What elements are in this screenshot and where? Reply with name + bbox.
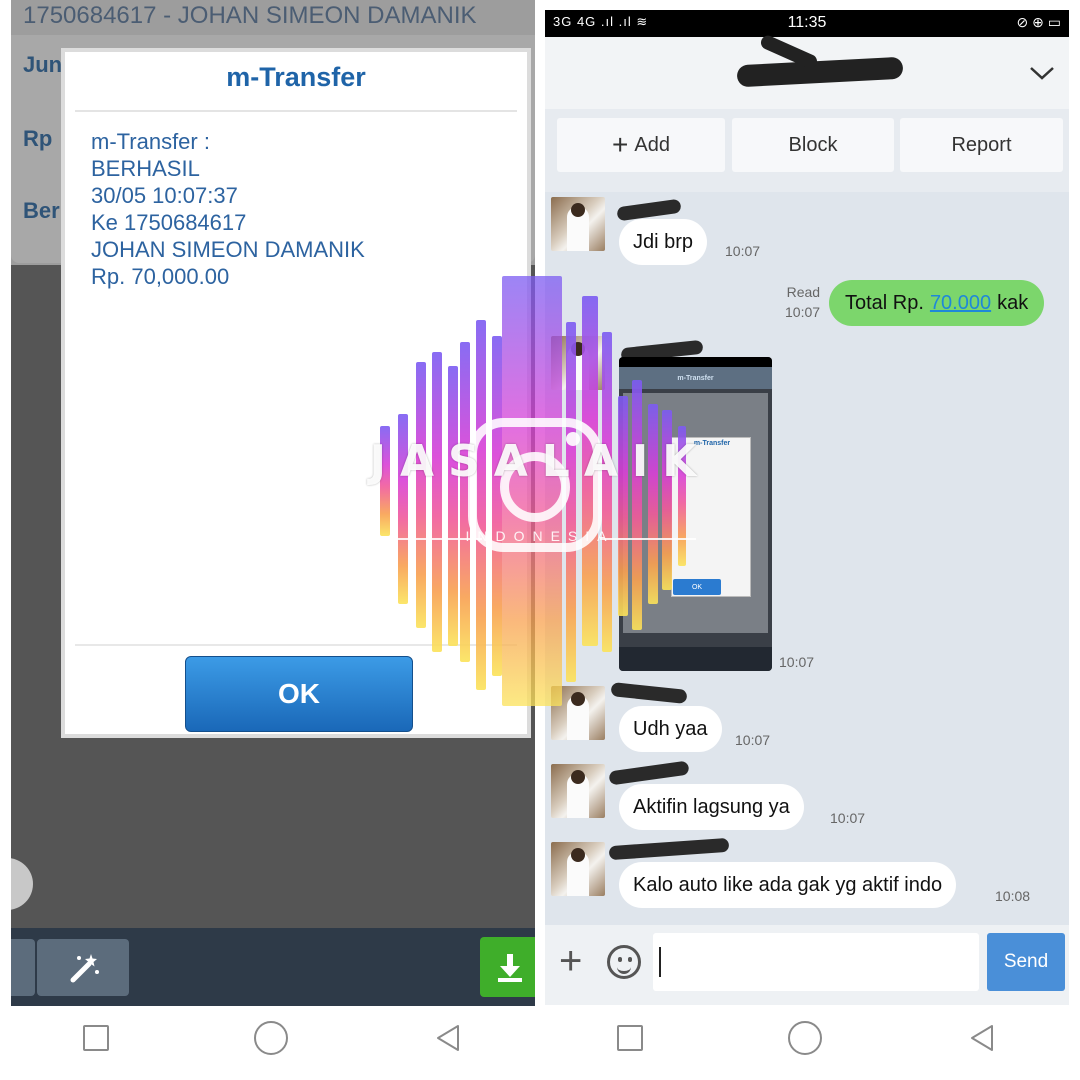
avatar[interactable] bbox=[551, 336, 605, 390]
transfer-result-dialog: m-Transfer m-Transfer : BERHASIL 30/05 1… bbox=[61, 48, 531, 738]
avatar[interactable] bbox=[551, 686, 605, 740]
message-row: Jdi brp 10:07 bbox=[545, 195, 1069, 275]
message-time: 10:07 bbox=[735, 732, 771, 748]
add-button[interactable]: + Add bbox=[557, 118, 725, 172]
message-prefix: Total Rp. bbox=[845, 291, 924, 314]
redacted-sender-name bbox=[610, 682, 688, 704]
image-dialog-title: m-Transfer bbox=[693, 440, 731, 447]
block-button[interactable]: Block bbox=[732, 118, 894, 172]
status-time: 11:35 bbox=[787, 14, 827, 31]
redacted-sender-name bbox=[608, 760, 690, 786]
avatar[interactable] bbox=[551, 197, 605, 251]
back-icon[interactable] bbox=[967, 1023, 997, 1053]
avatar[interactable] bbox=[551, 842, 605, 896]
message-time: 10:07 bbox=[725, 243, 761, 259]
chat-screen: 3G 4G .ıl .ıl ≋ 11:35 ⊘ ⊕ ▭ + Add Block … bbox=[545, 10, 1069, 1070]
contact-action-row: + Add Block Report bbox=[545, 109, 1069, 192]
dialog-line: JOHAN SIMEON DAMANIK bbox=[91, 237, 365, 262]
chevron-down-icon[interactable] bbox=[1029, 63, 1055, 83]
message-time: 10:07 bbox=[830, 810, 866, 826]
dialog-message: m-Transfer : BERHASIL 30/05 10:07:37 Ke … bbox=[91, 128, 365, 290]
redacted-contact-name bbox=[736, 56, 904, 88]
avatar[interactable] bbox=[551, 764, 605, 818]
background-label-news: Ber bbox=[23, 198, 60, 223]
dialog-line: m-Transfer : bbox=[91, 129, 210, 154]
magic-wand-icon bbox=[70, 953, 99, 982]
redacted-sender-name bbox=[608, 837, 730, 861]
plus-icon: + bbox=[612, 129, 629, 160]
dialog-line: Rp. 70,000.00 bbox=[91, 264, 230, 289]
read-status: Read bbox=[786, 284, 821, 300]
dialog-line: 30/05 10:07:37 bbox=[91, 183, 238, 208]
image-status-strip bbox=[619, 357, 772, 367]
emoji-icon[interactable] bbox=[607, 945, 641, 979]
image-dialog: m-Transfer bbox=[671, 437, 751, 597]
image-bottom-nav bbox=[619, 647, 772, 671]
report-button[interactable]: Report bbox=[900, 118, 1063, 172]
message-time: 10:07 bbox=[785, 304, 821, 320]
send-button[interactable]: Send bbox=[987, 933, 1065, 991]
image-message[interactable]: m-Transfer m-Transfer OK bbox=[619, 357, 772, 671]
battery-icon: ⊘ ⊕ ▭ bbox=[1016, 14, 1061, 30]
dialog-divider bbox=[75, 110, 517, 112]
image-header: m-Transfer bbox=[619, 367, 772, 389]
home-icon[interactable] bbox=[787, 1020, 822, 1055]
mobile-banking-screen: 1750684617 - JOHAN SIMEON DAMANIK Jun Rp… bbox=[11, 0, 535, 1070]
home-icon[interactable] bbox=[253, 1021, 288, 1055]
dialog-line: BERHASIL bbox=[91, 156, 200, 181]
download-button[interactable] bbox=[480, 937, 535, 997]
dialog-footer-divider bbox=[75, 644, 517, 646]
message-row: Kalo auto like ada gak yg aktif indo 10:… bbox=[545, 837, 1069, 920]
message-row: Aktifin lagsung ya 10:07 bbox=[545, 760, 1069, 842]
redacted-sender-name bbox=[616, 198, 682, 222]
dialog-title: m-Transfer bbox=[226, 62, 366, 92]
message-time: 10:07 bbox=[779, 654, 815, 670]
toolbar-button-left[interactable] bbox=[11, 939, 35, 996]
download-icon bbox=[498, 954, 522, 982]
screenshot-collage: 1750684617 - JOHAN SIMEON DAMANIK Jun Rp… bbox=[0, 0, 1080, 1080]
android-nav-bar-left bbox=[11, 1006, 535, 1070]
message-time: 10:08 bbox=[995, 888, 1031, 904]
recent-apps-icon[interactable] bbox=[617, 1024, 644, 1051]
image-ok-button: OK bbox=[673, 579, 721, 595]
back-icon[interactable] bbox=[433, 1023, 463, 1053]
background-label-rp: Rp bbox=[23, 126, 53, 151]
incoming-message[interactable]: Kalo auto like ada gak yg aktif indo bbox=[619, 862, 957, 908]
add-button-label: Add bbox=[634, 133, 670, 156]
amount-link[interactable]: 70.000 bbox=[930, 292, 991, 315]
message-row: Read 10:07 Total Rp. 70.000 kak bbox=[545, 278, 1069, 338]
outgoing-message[interactable]: Total Rp. 70.000 kak bbox=[829, 280, 1045, 326]
status-bar: 3G 4G .ıl .ıl ≋ 11:35 ⊘ ⊕ ▭ bbox=[545, 10, 1069, 37]
message-row: Udh yaa 10:07 bbox=[545, 682, 1069, 764]
android-nav-bar-right bbox=[545, 1005, 1069, 1070]
ok-button[interactable]: OK bbox=[185, 656, 413, 732]
plus-icon[interactable]: + bbox=[559, 941, 582, 981]
chat-header bbox=[545, 33, 1069, 109]
background-label-amount: Jun bbox=[23, 52, 63, 77]
incoming-message[interactable]: Jdi brp bbox=[619, 219, 708, 265]
read-receipt: Read 10:07 bbox=[785, 282, 820, 322]
incoming-message[interactable]: Udh yaa bbox=[619, 706, 722, 752]
message-input[interactable] bbox=[653, 933, 979, 991]
text-cursor bbox=[659, 947, 661, 977]
message-suffix: kak bbox=[997, 291, 1029, 314]
dialog-line: Ke 1750684617 bbox=[91, 210, 247, 235]
incoming-message[interactable]: Aktifin lagsung ya bbox=[619, 784, 804, 830]
background-account-line: 1750684617 - JOHAN SIMEON DAMANIK bbox=[23, 2, 477, 29]
recent-apps-icon[interactable] bbox=[83, 1025, 110, 1051]
magic-wand-button[interactable] bbox=[37, 939, 129, 996]
message-composer: + Send bbox=[545, 925, 1069, 1005]
